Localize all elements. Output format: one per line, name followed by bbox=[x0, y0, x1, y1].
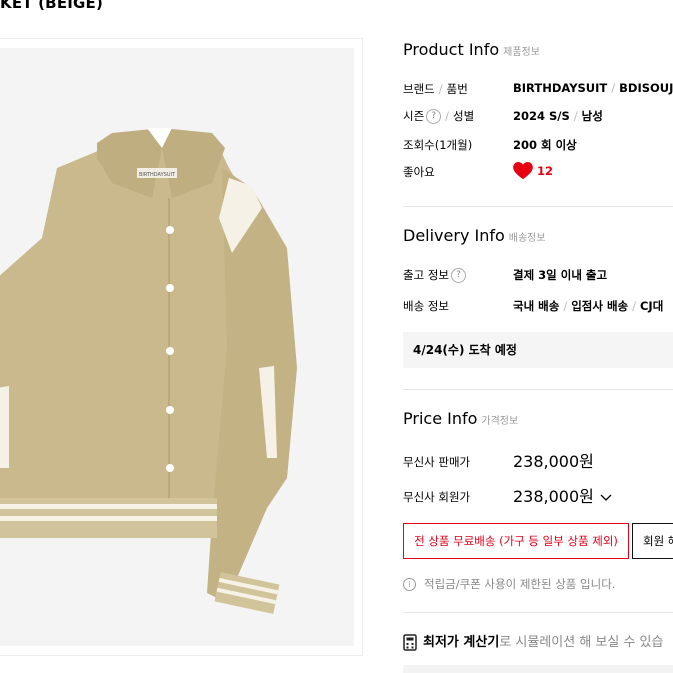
season-row: 시즌? / 성별 2024 S/S / 남성 bbox=[403, 109, 603, 124]
like-button[interactable]: 12 bbox=[513, 162, 553, 180]
gender-label: 성별 bbox=[453, 109, 475, 123]
price-info-subtitle: 가격정보 bbox=[481, 416, 519, 427]
page-title: KET (BEIGE) bbox=[0, 0, 104, 12]
shipping-carrier: CJ대 bbox=[639, 299, 664, 313]
chevron-down-icon[interactable] bbox=[600, 494, 612, 502]
views-value: 200 회 이상 bbox=[513, 138, 577, 152]
brand-link[interactable]: BIRTHDAYSUIT bbox=[513, 81, 607, 95]
product-image[interactable]: BIRTHDAYSUIT bbox=[0, 48, 354, 646]
product-info-subtitle: 제품정보 bbox=[503, 47, 540, 58]
member-price-row[interactable]: 무신사 회원가 238,000원 bbox=[403, 483, 673, 507]
shipping-label: 배송 정보 bbox=[403, 299, 449, 313]
question-icon[interactable]: ? bbox=[426, 109, 442, 124]
gender-value: 남성 bbox=[581, 109, 603, 123]
calculator-title: 최저가 계산기 bbox=[423, 635, 500, 650]
release-label: 출고 정보 bbox=[403, 268, 449, 282]
sale-price-label: 무신사 판매가 bbox=[403, 455, 471, 469]
sale-price-row: 무신사 판매가 238,000원 bbox=[403, 448, 673, 472]
shipping-vendor: 입점사 배송 bbox=[571, 299, 629, 313]
member-price-value: 238,000원 bbox=[513, 487, 594, 506]
product-info-title: Product Info 제품정보 bbox=[403, 40, 540, 59]
divider bbox=[403, 612, 673, 613]
brand-label: 브랜드 bbox=[403, 82, 435, 96]
heart-icon bbox=[513, 162, 533, 180]
calculator-icon bbox=[403, 634, 417, 651]
season-label: 시즌 bbox=[403, 109, 425, 123]
calculator-desc: 로 시뮬레이션 해 보실 수 있습 bbox=[499, 635, 664, 650]
member-price-label: 무신사 회원가 bbox=[403, 490, 471, 504]
info-icon: i bbox=[403, 578, 416, 591]
delivery-info-subtitle: 배송정보 bbox=[508, 233, 546, 244]
brand-row: 브랜드/품번 BIRTHDAYSUIT/BDISOUJK bbox=[403, 81, 673, 101]
free-shipping-button[interactable]: 전 상품 무료배송 (가구 등 일부 상품 제외) bbox=[403, 523, 629, 559]
likes-count: 12 bbox=[537, 164, 554, 178]
divider bbox=[403, 389, 673, 390]
delivery-info-title: Delivery Info 배송정보 bbox=[403, 226, 546, 245]
price-info-title: Price Info 가격정보 bbox=[403, 409, 519, 428]
jacket-illustration: BIRTHDAYSUIT bbox=[0, 128, 297, 614]
product-image-frame: BIRTHDAYSUIT bbox=[0, 38, 363, 656]
restriction-notice: i 적립금/쿠폰 사용이 제한된 상품 입니다. bbox=[403, 576, 615, 592]
release-row: 출고 정보? 결제 3일 이내 출고 bbox=[403, 267, 673, 287]
sale-price-value: 238,000원 bbox=[513, 452, 594, 471]
likes-label: 좋아요 bbox=[403, 165, 435, 179]
divider bbox=[403, 206, 673, 207]
brand-tag: BIRTHDAYSUIT bbox=[139, 172, 176, 178]
bottom-bar bbox=[403, 665, 673, 673]
release-value: 결제 3일 이내 출고 bbox=[513, 268, 608, 282]
member-benefit-button[interactable]: 회원 혜 bbox=[632, 523, 673, 559]
arrival-estimate: 4/24(수) 도착 예정 bbox=[403, 332, 673, 368]
shipping-domestic: 국내 배송 bbox=[513, 299, 560, 313]
views-label: 조회수(1개월) bbox=[403, 138, 473, 152]
likes-row: 좋아요 12 bbox=[403, 162, 673, 182]
code-label: 품번 bbox=[446, 82, 468, 96]
question-icon[interactable]: ? bbox=[450, 268, 466, 283]
views-row: 조회수(1개월) 200 회 이상 bbox=[403, 137, 673, 157]
season-value: 2024 S/S bbox=[513, 109, 570, 123]
shipping-row: 배송 정보 국내 배송 / 입점사 배송 / CJ대 bbox=[403, 299, 664, 313]
product-code: BDISOUJK bbox=[619, 81, 673, 95]
price-calculator-link[interactable]: 최저가 계산기로 시뮬레이션 해 보실 수 있습 bbox=[403, 631, 663, 651]
